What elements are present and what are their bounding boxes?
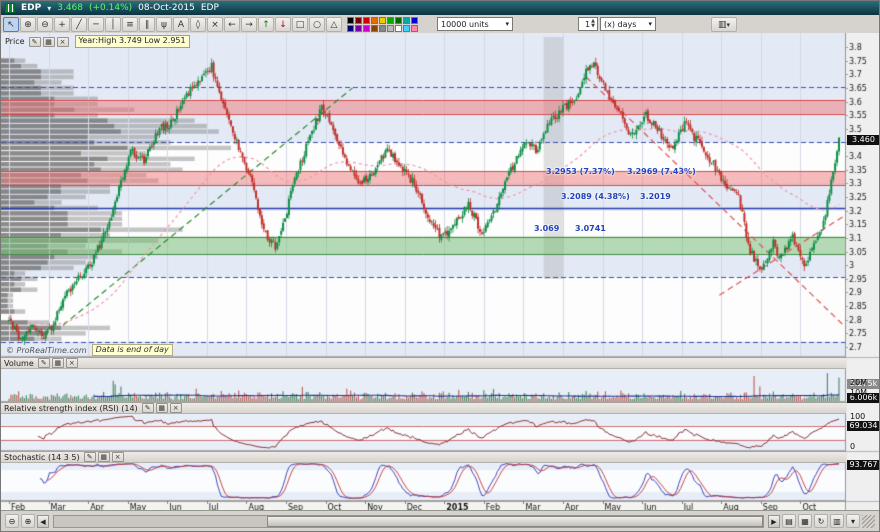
- color-palette: [347, 17, 418, 32]
- chart-area: Price ✎▦× Year:High 3.749 Low 2.951 © Pr…: [1, 33, 880, 513]
- caret-down-icon: ▾: [727, 21, 731, 29]
- symbol-dropdown-icon[interactable]: ▾: [47, 4, 51, 13]
- grid-view-icon[interactable]: ▦: [798, 514, 812, 528]
- scroll-right-button[interactable]: ▶: [768, 515, 780, 528]
- trading-app-window: EDP ▾ 3.468 (+0.14%) 08-Oct-2015 EDP ↖⊕⊖…: [0, 0, 880, 532]
- time-scrollbar[interactable]: [53, 515, 764, 528]
- trend-line-icon[interactable]: ╱: [71, 17, 87, 32]
- palette-color-swatch[interactable]: [403, 17, 410, 24]
- zoom-out-icon[interactable]: ⊖: [37, 17, 53, 32]
- rectangle-icon[interactable]: □: [292, 17, 308, 32]
- redo-icon[interactable]: →: [241, 17, 257, 32]
- palette-color-swatch[interactable]: [387, 17, 394, 24]
- period-input[interactable]: 1 ▲▼: [578, 17, 598, 31]
- timeframe-select[interactable]: (x) days ▾: [600, 17, 656, 31]
- chart-canvas[interactable]: [1, 33, 880, 513]
- statusbar-right-icons: ▤▦↻▥▾: [782, 514, 860, 528]
- palette-color-swatch[interactable]: [395, 17, 402, 24]
- symbol-name[interactable]: EDP: [21, 3, 41, 13]
- caret-down-icon: ▾: [648, 20, 652, 28]
- palette-color-swatch[interactable]: [363, 25, 370, 32]
- price-change: (+0.14%): [89, 3, 132, 13]
- scroll-left-button[interactable]: ◀: [37, 515, 49, 528]
- palette-color-swatch[interactable]: [411, 17, 418, 24]
- units-select[interactable]: 10000 units ▾: [437, 17, 513, 31]
- caret-down-icon: ▾: [505, 20, 509, 28]
- timeframe-value: (x) days: [604, 20, 636, 29]
- chart-type-icon: ▥: [718, 20, 727, 30]
- last-price: 3.468: [57, 3, 83, 13]
- horizontal-line-icon[interactable]: ─: [88, 17, 104, 32]
- palette-color-swatch[interactable]: [403, 25, 410, 32]
- triangle-icon[interactable]: △: [326, 17, 342, 32]
- palette-color-swatch[interactable]: [355, 17, 362, 24]
- drawing-toolbar: ↖⊕⊖+╱─│≡∥ψA◊×←→↑↓□○△ 10000 units ▾ 1 ▲▼ …: [1, 15, 879, 34]
- palette-color-swatch[interactable]: [355, 25, 362, 32]
- palette-color-swatch[interactable]: [347, 17, 354, 24]
- more-icon[interactable]: ▾: [846, 514, 860, 528]
- eraser-icon[interactable]: ◊: [190, 17, 206, 32]
- toolbar-tools: ↖⊕⊖+╱─│≡∥ψA◊×←→↑↓□○△: [3, 17, 342, 32]
- scrollbar-thumb[interactable]: [267, 516, 763, 527]
- palette-color-swatch[interactable]: [379, 25, 386, 32]
- palette-color-swatch[interactable]: [395, 25, 402, 32]
- refresh-icon[interactable]: ↻: [814, 514, 828, 528]
- ellipse-icon[interactable]: ○: [309, 17, 325, 32]
- statusbar: ⊖⊕ ◀ ▶ ▤▦↻▥▾: [1, 510, 879, 531]
- resize-grip[interactable]: [862, 515, 875, 528]
- period-stepper[interactable]: ▲▼: [591, 19, 595, 29]
- units-value: 10000 units: [441, 20, 489, 29]
- channel-icon[interactable]: ∥: [139, 17, 155, 32]
- statusbar-left-icons: ⊖⊕: [5, 514, 35, 528]
- arrow-down-icon[interactable]: ↓: [275, 17, 291, 32]
- layout-icon[interactable]: ▥: [830, 514, 844, 528]
- palette-color-swatch[interactable]: [371, 17, 378, 24]
- period-value: 1: [585, 20, 590, 29]
- cursor-icon[interactable]: ↖: [3, 17, 19, 32]
- crosshair-icon[interactable]: +: [54, 17, 70, 32]
- palette-color-swatch[interactable]: [363, 17, 370, 24]
- chart-type-button[interactable]: ▥▾: [711, 17, 737, 32]
- zoom-in-icon[interactable]: ⊕: [21, 514, 35, 528]
- zoom-in-icon[interactable]: ⊕: [20, 17, 36, 32]
- delete-all-icon[interactable]: ×: [207, 17, 223, 32]
- arrow-up-icon[interactable]: ↑: [258, 17, 274, 32]
- text-icon[interactable]: A: [173, 17, 189, 32]
- list-view-icon[interactable]: ▤: [782, 514, 796, 528]
- app-icon: [5, 3, 15, 13]
- fibonacci-icon[interactable]: ≡: [122, 17, 138, 32]
- palette-color-swatch[interactable]: [379, 17, 386, 24]
- vertical-line-icon[interactable]: │: [105, 17, 121, 32]
- palette-color-swatch[interactable]: [411, 25, 418, 32]
- zoom-out-icon[interactable]: ⊖: [5, 514, 19, 528]
- instrument-name: EDP: [201, 3, 219, 13]
- period-group: 1 ▲▼ (x) days ▾: [578, 17, 656, 31]
- palette-color-swatch[interactable]: [387, 25, 394, 32]
- palette-color-swatch[interactable]: [371, 25, 378, 32]
- undo-icon[interactable]: ←: [224, 17, 240, 32]
- palette-color-swatch[interactable]: [347, 25, 354, 32]
- pitchfork-icon[interactable]: ψ: [156, 17, 172, 32]
- titlebar: EDP ▾ 3.468 (+0.14%) 08-Oct-2015 EDP: [1, 1, 879, 15]
- quote-date: 08-Oct-2015: [138, 3, 195, 13]
